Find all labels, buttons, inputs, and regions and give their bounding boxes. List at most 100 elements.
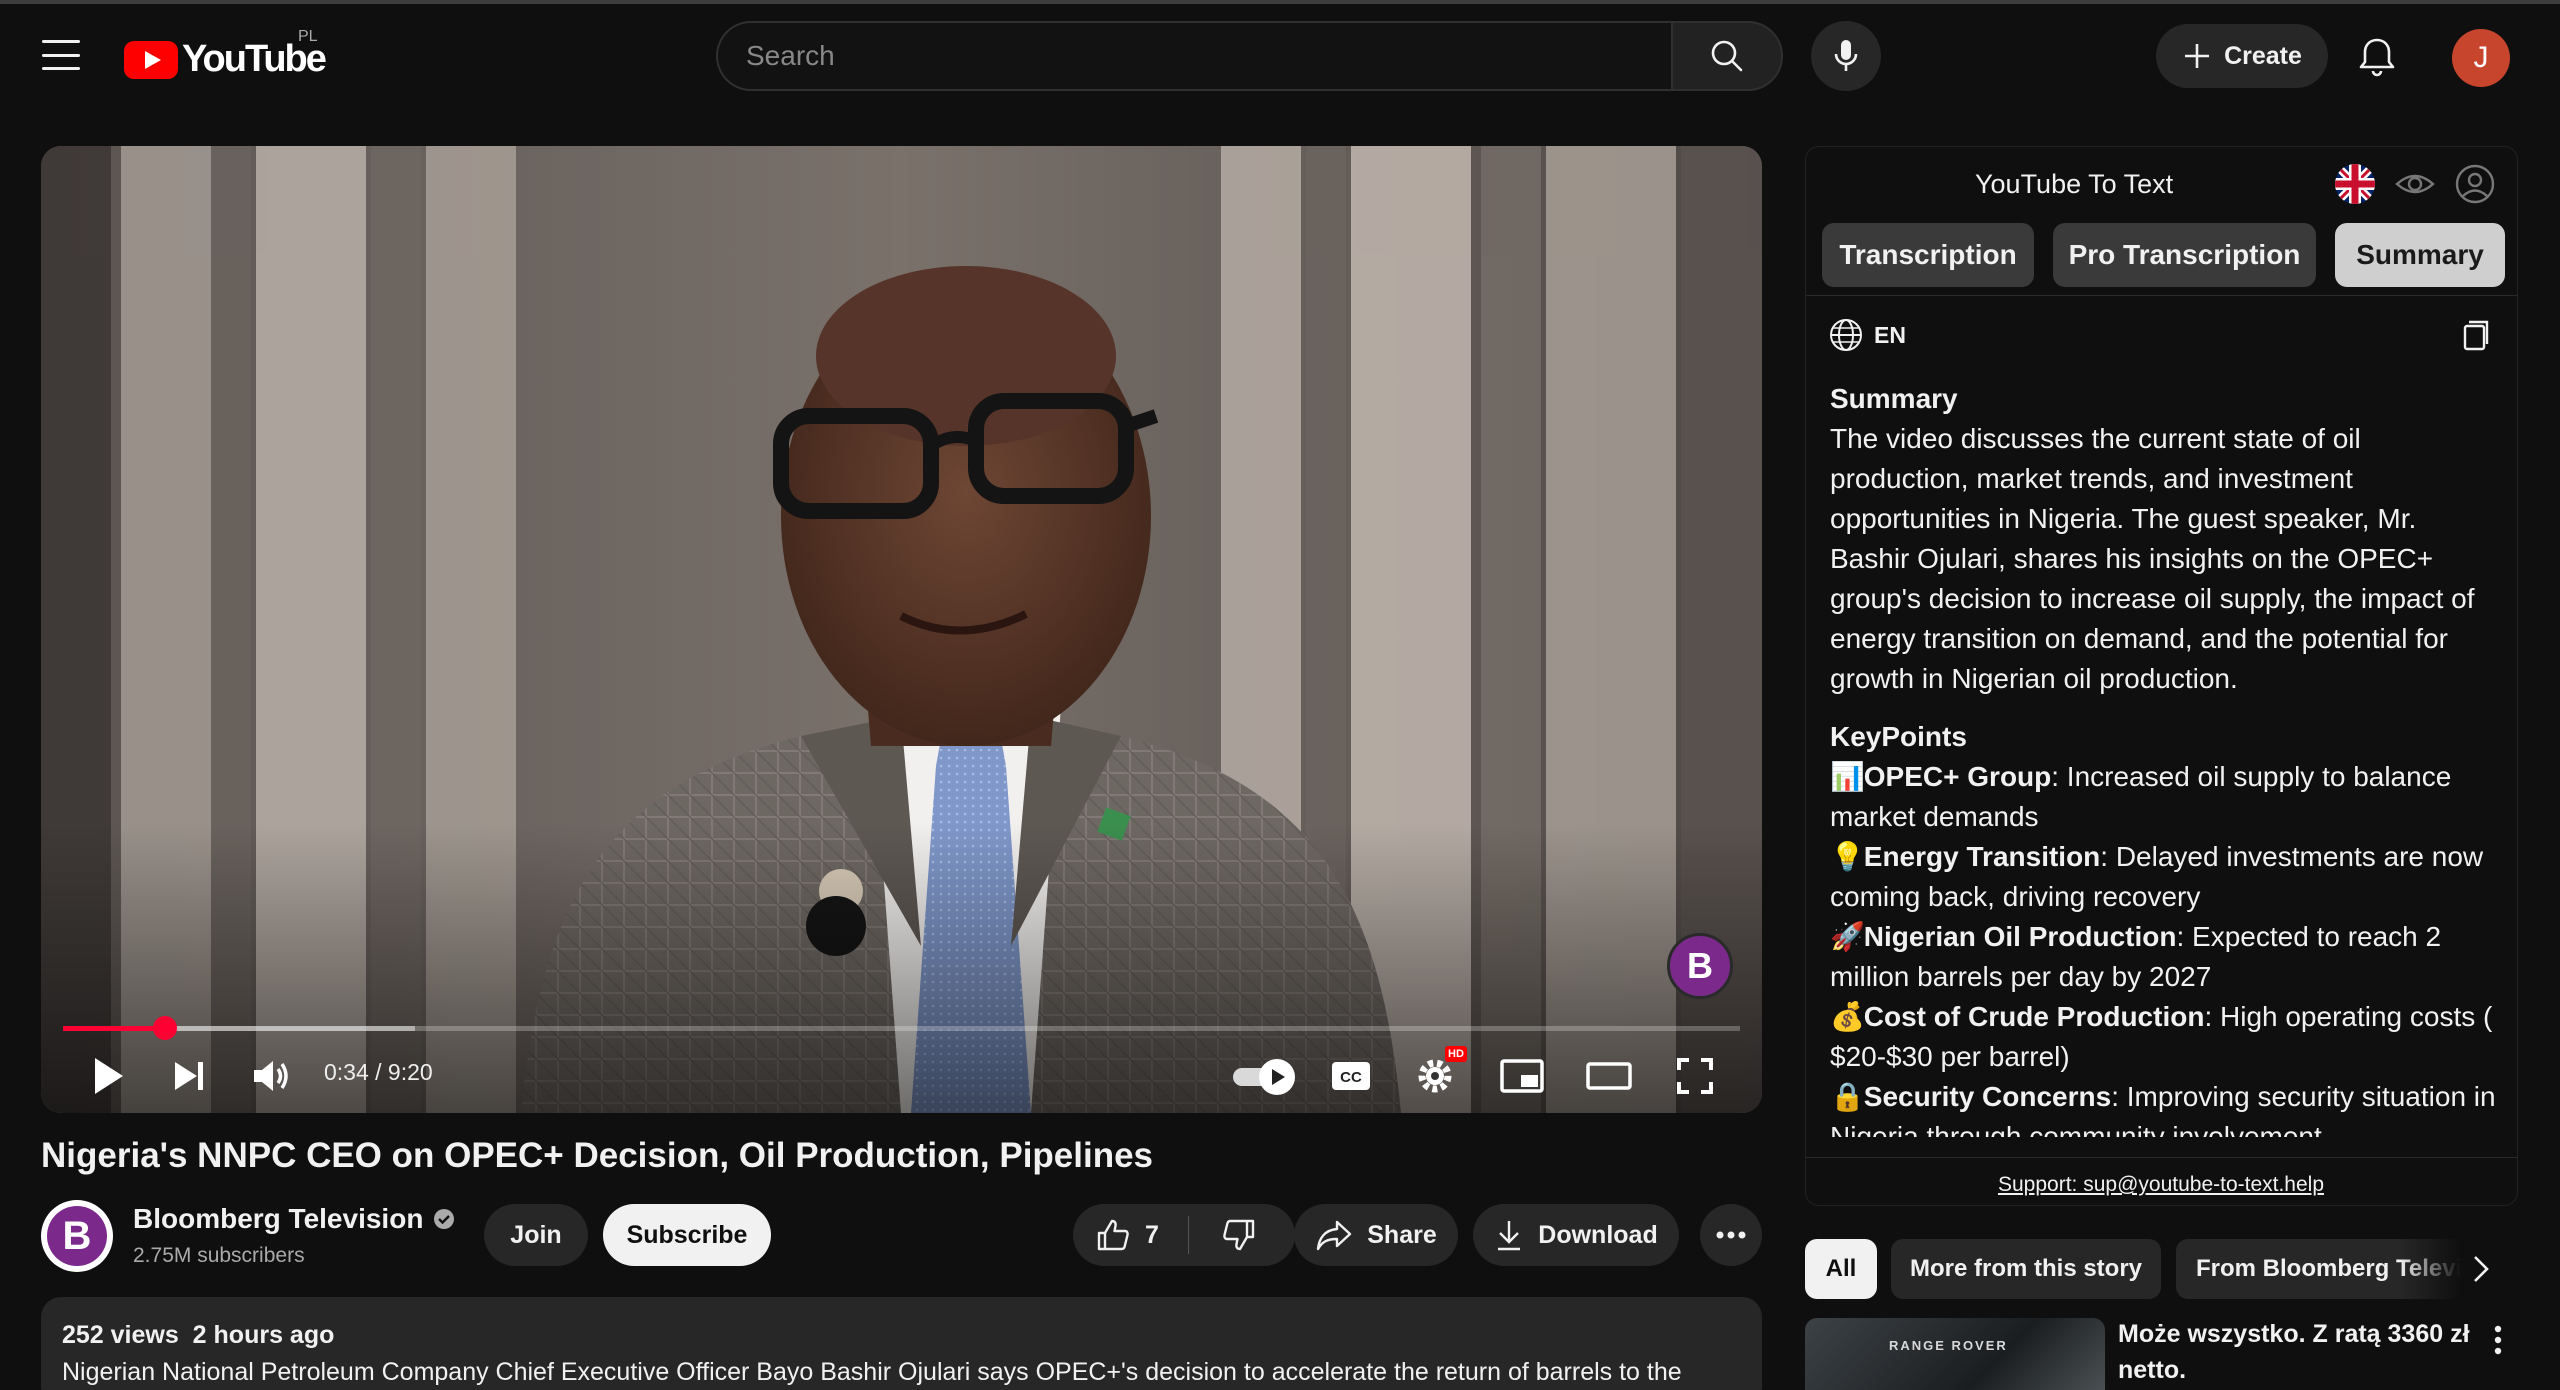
summary-text: The video discusses the current state of… [1830, 423, 2475, 694]
microphone-icon [1834, 40, 1858, 71]
user-account-icon[interactable] [2454, 163, 2496, 205]
more-actions-button[interactable] [1700, 1204, 1762, 1266]
recommendation-title[interactable]: Może wszystko. Z ratą 3360 zł netto. [2118, 1316, 2478, 1388]
search-bar [716, 21, 1783, 91]
play-icon[interactable] [87, 1054, 127, 1098]
notifications-bell-icon[interactable] [2354, 34, 2400, 80]
description-text: Nigerian National Petroleum Company Chie… [62, 1358, 1682, 1386]
join-button[interactable]: Join [484, 1204, 588, 1266]
description-box[interactable]: 252 views 2 hours ago Nigerian National … [41, 1297, 1762, 1390]
voice-search-button[interactable] [1811, 21, 1881, 91]
subscribe-button[interactable]: Subscribe [603, 1204, 771, 1266]
channel-name: Bloomberg Television [133, 1203, 424, 1234]
thumbnail-brand-text: RANGE ROVER [1889, 1338, 2008, 1353]
share-label: Share [1367, 1220, 1437, 1249]
tab-transcription[interactable]: Transcription [1822, 223, 2034, 287]
uk-flag-icon[interactable] [2334, 163, 2376, 205]
keypoint-title: Energy Transition [1863, 841, 2101, 872]
volume-icon[interactable] [249, 1054, 293, 1098]
progress-bar[interactable] [63, 1016, 1740, 1040]
country-code: PL [298, 28, 318, 45]
captions-icon[interactable]: CC [1329, 1056, 1373, 1096]
chart-emoji-icon: 📊 [1830, 761, 1865, 792]
download-button[interactable]: Download [1473, 1204, 1679, 1266]
copy-icon[interactable] [2456, 317, 2492, 353]
lock-emoji-icon: 🔒 [1830, 1081, 1865, 1112]
autoplay-toggle[interactable] [1231, 1054, 1297, 1098]
hd-badge-label: HD [1448, 1048, 1464, 1060]
svg-text:CC: CC [1340, 1069, 1362, 1086]
money-bag-emoji-icon: 💰 [1830, 1001, 1865, 1032]
tab-pro-transcription[interactable]: Pro Transcription [2053, 223, 2316, 287]
support-link[interactable]: Support: sup@youtube-to-text.help [1998, 1173, 2324, 1197]
keypoint-item: 🔒 Security Concerns: Improving security … [1830, 1077, 2502, 1137]
keypoint-item: 💡 Energy Transition: Delayed investments… [1830, 837, 2502, 917]
subscriber-count: 2.75M subscribers [133, 1244, 305, 1267]
tab-pro-transcription-label: Pro Transcription [2068, 239, 2301, 270]
chip-more-from-story[interactable]: More from this story [1891, 1239, 2161, 1299]
video-title: Nigeria's NNPC CEO on OPEC+ Decision, Oi… [41, 1136, 1154, 1175]
theater-mode-icon[interactable] [1585, 1056, 1633, 1096]
video-player[interactable]: B 0:34 / 9:20 CC HD [41, 146, 1762, 1113]
chevron-right-icon[interactable] [2460, 1249, 2500, 1289]
account-avatar[interactable]: J [2452, 29, 2510, 87]
summary-heading: Summary [1830, 383, 1958, 414]
thumbs-up-icon [1097, 1219, 1129, 1251]
create-button[interactable]: Create [2156, 24, 2328, 88]
download-icon [1498, 1221, 1521, 1251]
youtube-logo[interactable]: YouTube [124, 38, 327, 81]
progress-played [63, 1026, 166, 1031]
lightbulb-emoji-icon: 💡 [1830, 841, 1865, 872]
more-horizontal-icon [1716, 1231, 1746, 1239]
plus-icon [2185, 44, 2210, 68]
keypoint-item: 🚀 Nigerian Oil Production: Expected to r… [1830, 917, 2502, 997]
fullscreen-icon[interactable] [1675, 1056, 1715, 1096]
keypoint-item: 📊 OPEC+ Group: Increased oil supply to b… [1830, 757, 2502, 837]
download-label: Download [1538, 1220, 1658, 1249]
search-button[interactable] [1671, 21, 1783, 91]
tab-summary[interactable]: Summary [2335, 223, 2505, 287]
panel-divider [1806, 295, 2517, 296]
video-frame [41, 146, 1762, 1113]
panel-footer: Support: sup@youtube-to-text.help [1806, 1157, 2517, 1205]
watermark-initial: B [1687, 945, 1713, 986]
channel-name-link[interactable]: Bloomberg Television [133, 1203, 455, 1235]
like-button[interactable]: 7 [1073, 1204, 1188, 1266]
search-input[interactable] [716, 21, 1671, 91]
upload-date: 2 hours ago [192, 1321, 335, 1349]
keypoint-item: 💰 Cost of Crude Production: High operati… [1830, 997, 2502, 1077]
share-button[interactable]: Share [1294, 1204, 1458, 1266]
recommendation-thumbnail[interactable]: RANGE ROVER [1805, 1318, 2105, 1390]
miniplayer-icon[interactable] [1499, 1056, 1545, 1096]
join-label: Join [510, 1220, 562, 1249]
create-label: Create [2224, 41, 2302, 70]
channel-avatar[interactable]: B [41, 1200, 113, 1272]
youtube-to-text-panel: YouTube To Text Transcription Pro Transc… [1805, 146, 2518, 1206]
panel-title: YouTube To Text [1975, 169, 2174, 199]
keypoint-title: Security Concerns [1863, 1081, 2112, 1112]
tab-transcription-label: Transcription [1839, 239, 2017, 270]
channel-watermark[interactable]: B [1667, 933, 1733, 999]
rocket-emoji-icon: 🚀 [1830, 921, 1865, 952]
language-selector[interactable]: EN [1828, 317, 1906, 353]
menu-icon[interactable] [42, 40, 80, 70]
more-vertical-icon[interactable] [2486, 1322, 2510, 1358]
panel-header: YouTube To Text [1806, 147, 2517, 219]
like-count: 7 [1145, 1220, 1159, 1249]
youtube-play-icon [124, 40, 178, 79]
summary-content: Summary The video discusses the current … [1830, 379, 2502, 1137]
next-video-icon[interactable] [169, 1056, 209, 1096]
share-icon [1317, 1220, 1352, 1251]
description-meta: 252 views 2 hours ago [62, 1321, 1741, 1350]
channel-initial: B [47, 1206, 107, 1266]
subscribe-label: Subscribe [626, 1220, 748, 1249]
eye-icon[interactable] [2394, 163, 2436, 205]
tab-summary-label: Summary [2356, 239, 2484, 270]
keypoints-heading: KeyPoints [1830, 721, 1967, 752]
chip-all[interactable]: All [1805, 1239, 1877, 1299]
keypoint-title: OPEC+ Group [1863, 761, 2052, 792]
hd-badge: HD [1445, 1046, 1467, 1062]
chip-all-label: All [1825, 1255, 1857, 1282]
dislike-button[interactable] [1189, 1204, 1289, 1266]
view-count: 252 views [62, 1321, 179, 1349]
